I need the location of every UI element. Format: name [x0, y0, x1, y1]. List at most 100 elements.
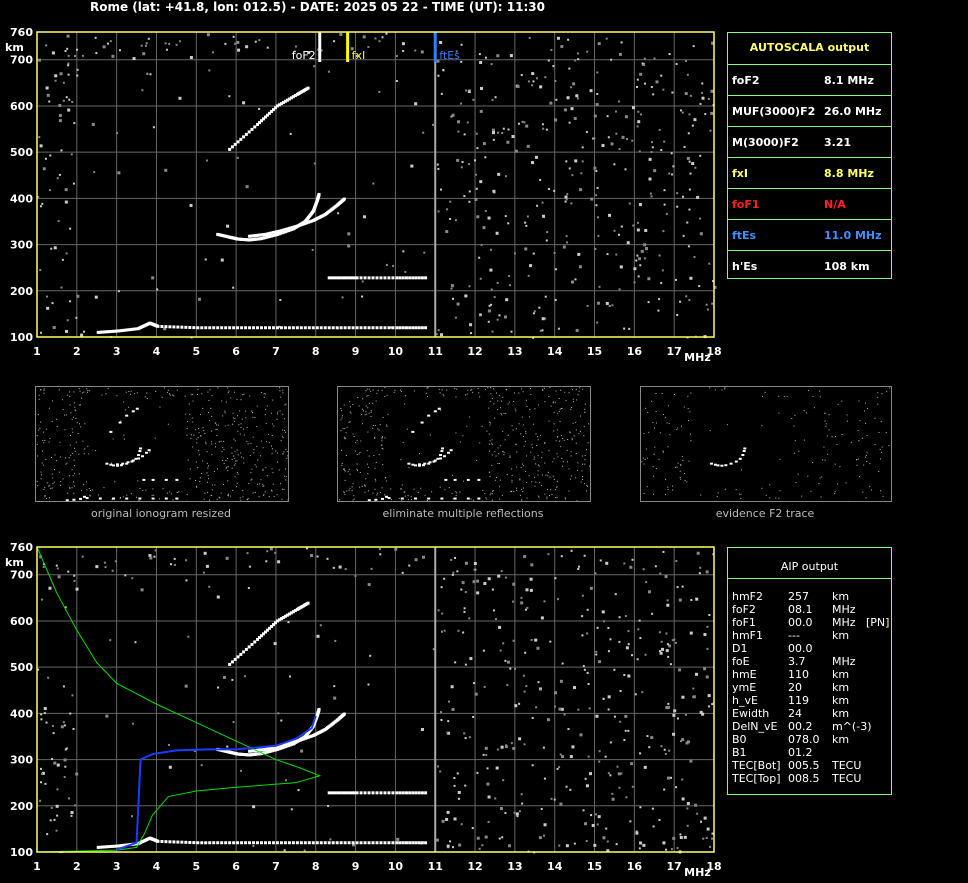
- noise-point: [642, 568, 645, 571]
- thumb-noise: [402, 441, 404, 443]
- thumb-noise: [463, 480, 465, 482]
- x-tick-label: 7: [272, 860, 280, 873]
- thumb-noise: [81, 392, 83, 394]
- thumb-noise: [251, 468, 253, 470]
- noise-point: [581, 634, 584, 637]
- thumb-noise: [864, 402, 866, 404]
- noise-point: [74, 804, 77, 807]
- thumb-noise: [221, 459, 223, 461]
- thumb-noise: [456, 388, 458, 390]
- thumb-noise: [778, 395, 780, 397]
- noise-point: [474, 159, 477, 162]
- noise-point: [672, 836, 676, 840]
- thumb-noise: [349, 487, 351, 489]
- thumb-noise: [155, 390, 157, 392]
- noise-point: [475, 187, 478, 190]
- noise-point: [76, 74, 79, 77]
- thumb-noise: [256, 446, 258, 448]
- thumb-noise: [682, 460, 684, 462]
- thumb-noise: [285, 448, 287, 450]
- es-trace-point: [319, 326, 323, 330]
- thumb-noise: [516, 466, 518, 468]
- thumb-noise: [505, 412, 507, 414]
- thumb-noise: [499, 498, 501, 500]
- thumb-noise: [211, 443, 213, 445]
- noise-point: [525, 124, 529, 128]
- thumb-noise: [196, 393, 198, 395]
- thumb-noise: [716, 496, 718, 498]
- thumb-noise: [690, 433, 692, 435]
- es-trace-point: [417, 841, 421, 845]
- thumb-noise: [491, 442, 493, 444]
- thumb-noise: [666, 422, 668, 424]
- thumb-noise: [240, 452, 242, 454]
- aip-cell: 119: [788, 694, 809, 707]
- thumb-trace-point: [444, 478, 448, 481]
- second-hop-point: [333, 276, 337, 280]
- noise-point: [502, 127, 505, 130]
- upper-hop-point: [247, 645, 251, 649]
- noise-point: [694, 166, 697, 169]
- noise-point: [46, 833, 49, 836]
- thumb-noise: [552, 402, 554, 404]
- thumb-noise: [407, 499, 409, 501]
- noise-point: [237, 48, 241, 52]
- thumb-noise: [69, 487, 71, 489]
- noise-point: [141, 89, 144, 92]
- noise-point: [504, 215, 507, 218]
- noise-point: [698, 572, 701, 575]
- thumb-noise: [881, 393, 883, 395]
- noise-point: [585, 839, 588, 842]
- thumb-noise: [509, 455, 511, 457]
- thumbnail-original: [35, 386, 289, 502]
- noise-point: [569, 788, 572, 791]
- thumb-noise: [553, 458, 555, 460]
- noise-point: [168, 42, 171, 45]
- thumb-noise: [819, 396, 821, 398]
- noise-point: [613, 668, 616, 671]
- noise-point: [527, 274, 530, 277]
- noise-point: [454, 556, 457, 559]
- thumb-noise: [489, 440, 491, 442]
- noise-point: [681, 695, 685, 699]
- thumb-noise: [366, 395, 368, 397]
- noise-point: [274, 551, 277, 554]
- noise-point: [689, 172, 692, 175]
- thumb-noise: [488, 407, 490, 409]
- thumb-noise: [220, 492, 222, 494]
- noise-point: [226, 745, 229, 748]
- thumb-noise: [839, 466, 841, 468]
- es-trace-point: [367, 841, 371, 845]
- noise-point: [446, 208, 449, 211]
- thumb-noise: [586, 449, 588, 451]
- thumb-trace-point: [125, 497, 129, 500]
- second-hop-point: [338, 276, 342, 280]
- thumb-noise: [46, 482, 48, 484]
- thumb-noise: [761, 487, 763, 489]
- thumb-noise: [588, 423, 590, 425]
- thumb-noise: [65, 414, 67, 416]
- es-trace-point: [204, 841, 208, 845]
- es-trace-point: [327, 841, 331, 845]
- noise-point: [631, 654, 634, 657]
- noise-point: [571, 745, 575, 749]
- upper-hop-point: [236, 140, 240, 144]
- thumb-noise: [501, 494, 503, 496]
- thumb-noise: [236, 482, 238, 484]
- noise-point: [676, 847, 679, 850]
- thumb-noise: [520, 433, 522, 435]
- noise-point: [446, 810, 450, 814]
- thumb-noise: [239, 410, 241, 412]
- thumb-noise: [260, 440, 262, 442]
- thumb-noise: [208, 499, 210, 501]
- thumb-noise: [39, 427, 41, 429]
- noise-point: [663, 788, 666, 791]
- noise-point: [679, 836, 683, 840]
- noise-point: [516, 84, 520, 88]
- thumb-noise: [485, 497, 487, 499]
- thumb-noise: [368, 412, 370, 414]
- noise-point: [681, 111, 684, 114]
- noise-point: [560, 555, 563, 558]
- thumb-noise: [377, 428, 379, 430]
- noise-point: [624, 115, 628, 119]
